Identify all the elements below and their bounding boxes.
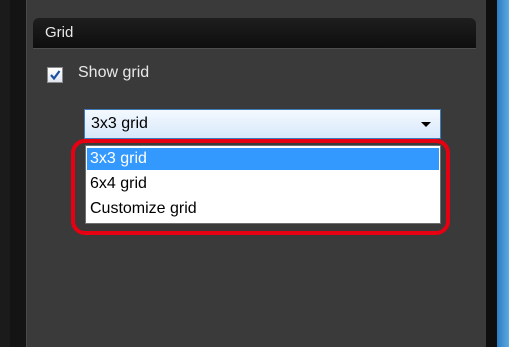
scrollbar-track[interactable]: [497, 0, 509, 347]
checkmark-icon: [50, 70, 61, 81]
panel-title: Grid: [45, 24, 74, 41]
show-grid-checkbox[interactable]: [47, 67, 63, 83]
grid-type-dropdown-list: 3x3 grid 6x4 grid Customize grid: [85, 145, 441, 224]
option-3x3-grid[interactable]: 3x3 grid: [87, 148, 439, 170]
show-grid-label[interactable]: Show grid: [78, 64, 149, 82]
app-window: Grid Show grid 3x3 grid 3x3 grid 6x4 gri…: [0, 0, 509, 347]
panel-right-border: [486, 0, 497, 347]
chevron-down-icon[interactable]: [421, 122, 431, 127]
grid-type-value: 3x3 grid: [91, 115, 148, 132]
window-left-edge: [0, 0, 10, 347]
grid-type-select[interactable]: 3x3 grid: [84, 109, 441, 139]
option-customize-grid[interactable]: Customize grid: [87, 198, 439, 220]
panel-header: Grid: [33, 18, 476, 49]
option-6x4-grid[interactable]: 6x4 grid: [87, 173, 439, 195]
